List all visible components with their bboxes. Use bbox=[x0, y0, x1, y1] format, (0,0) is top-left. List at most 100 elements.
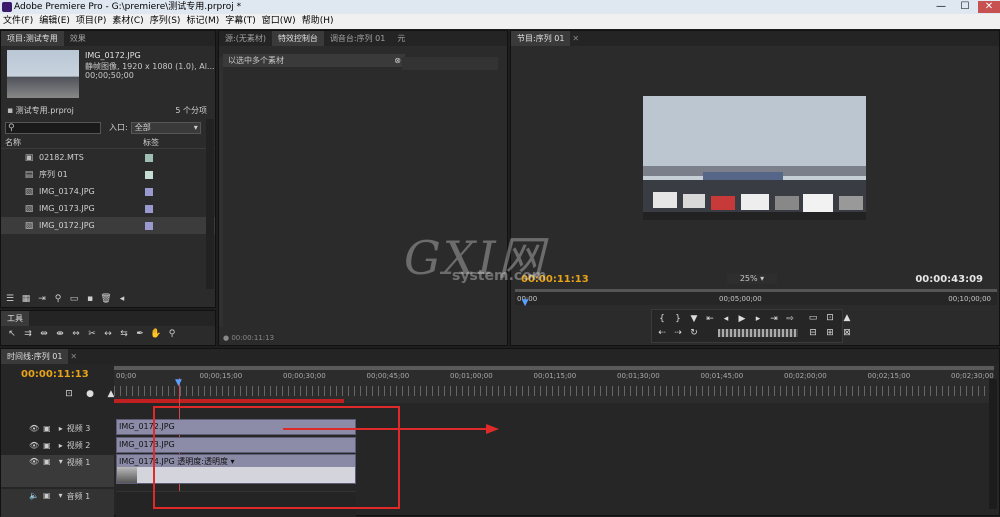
collapse-icon[interactable]: ▾ bbox=[59, 457, 63, 466]
close-icon[interactable]: ⊗ bbox=[394, 54, 401, 67]
tab-metadata[interactable]: 元 bbox=[391, 31, 411, 46]
tab-close-icon[interactable]: ✕ bbox=[572, 34, 579, 43]
export-frame-icon[interactable]: ▲ bbox=[839, 311, 855, 325]
trim-icon[interactable]: ⊠ bbox=[839, 326, 855, 340]
snap-icon[interactable]: ⊡ bbox=[61, 387, 77, 401]
mark-out-icon[interactable]: } bbox=[670, 312, 686, 326]
list-item[interactable]: ▤ 序列 01 bbox=[1, 166, 215, 183]
jog-wheel[interactable] bbox=[718, 329, 798, 337]
search-input[interactable]: ⚲ bbox=[5, 121, 101, 134]
marker-icon[interactable]: ● bbox=[82, 387, 98, 401]
list-item[interactable]: ▧ IMG_0174.JPG bbox=[1, 183, 215, 200]
pen-tool-icon[interactable]: ✒ bbox=[133, 328, 147, 340]
track-select-icon[interactable]: ⇉ bbox=[21, 328, 35, 340]
program-video-frame bbox=[643, 96, 866, 220]
lock-icon[interactable]: ▣ bbox=[43, 441, 51, 450]
extract-icon[interactable]: ⊞ bbox=[822, 326, 838, 340]
chevron-down-icon: ▾ bbox=[760, 274, 765, 283]
work-area-bar[interactable] bbox=[114, 366, 994, 370]
expand-icon[interactable]: ▸ bbox=[59, 424, 63, 433]
menu-title[interactable]: 字幕(T) bbox=[222, 14, 259, 29]
playhead-handle[interactable]: ▼ bbox=[175, 378, 182, 388]
timeline-timecode[interactable]: 00:00:11:13 bbox=[21, 369, 89, 380]
find-icon[interactable]: ⚲ bbox=[51, 293, 65, 305]
play-in-to-out-icon[interactable]: ⇨ bbox=[782, 312, 798, 326]
ripple-edit-icon[interactable]: ⇹ bbox=[37, 328, 51, 340]
lock-icon[interactable]: ▣ bbox=[43, 424, 51, 433]
project-toolbar: ☰ ▦ ⇥ ⚲ ▭ ▪ 🗑 ◂ bbox=[3, 293, 213, 305]
menu-edit[interactable]: 编辑(E) bbox=[36, 14, 73, 29]
close-button[interactable]: ✕ bbox=[978, 1, 1000, 13]
collapse-icon[interactable]: ▾ bbox=[59, 491, 63, 500]
tab-effects[interactable]: 效果 bbox=[64, 31, 92, 46]
scroll-left-icon[interactable]: ◂ bbox=[115, 293, 129, 305]
timeline-scrollbar[interactable] bbox=[989, 379, 997, 509]
list-view-icon[interactable]: ☰ bbox=[3, 293, 17, 305]
tab-program[interactable]: 节目:序列 01 bbox=[511, 31, 571, 46]
lock-icon[interactable]: ▣ bbox=[43, 457, 51, 466]
rate-stretch-icon[interactable]: ⇔ bbox=[69, 328, 83, 340]
go-next-edit-icon[interactable]: ⇢ bbox=[670, 326, 686, 340]
output-icon[interactable]: ⊡ bbox=[822, 311, 838, 325]
new-item-icon[interactable]: ▪ bbox=[83, 293, 97, 305]
menu-clip[interactable]: 素材(C) bbox=[109, 14, 146, 29]
tab-effect-controls[interactable]: 特效控制台 bbox=[271, 31, 324, 46]
automate-icon[interactable]: ⇥ bbox=[35, 293, 49, 305]
trash-icon[interactable]: 🗑 bbox=[99, 293, 113, 305]
step-forward-icon[interactable]: ▸ bbox=[750, 312, 766, 326]
tab-project[interactable]: 项目:测试专用 bbox=[1, 31, 64, 46]
step-back-icon[interactable]: ◂ bbox=[718, 312, 734, 326]
slip-tool-icon[interactable]: ↔ bbox=[101, 328, 115, 340]
eye-icon[interactable]: 👁 bbox=[29, 441, 39, 450]
timeline-ruler[interactable]: 00;00 00;00;15;00 00;00;30;00 00;00;45;00 00… bbox=[114, 366, 994, 403]
zoom-select[interactable]: 25% ▾ bbox=[727, 274, 777, 284]
mark-in-icon[interactable]: { bbox=[654, 312, 670, 326]
rolling-edit-icon[interactable]: ⇼ bbox=[53, 328, 67, 340]
list-item[interactable]: ▧ IMG_0173.JPG bbox=[1, 200, 215, 217]
menu-help[interactable]: 帮助(H) bbox=[299, 14, 337, 29]
new-bin-icon[interactable]: ▭ bbox=[67, 293, 81, 305]
go-to-in-icon[interactable]: ⇤ bbox=[702, 312, 718, 326]
speaker-icon[interactable]: 🔈 bbox=[29, 491, 39, 500]
menu-file[interactable]: 文件(F) bbox=[0, 14, 36, 29]
menu-project[interactable]: 项目(P) bbox=[73, 14, 109, 29]
column-label[interactable]: 标签 bbox=[143, 137, 159, 148]
column-name[interactable]: 名称 bbox=[5, 137, 143, 148]
track-name: 视频 1 bbox=[66, 458, 91, 467]
lock-icon[interactable]: ▣ bbox=[43, 491, 51, 500]
razor-tool-icon[interactable]: ✂ bbox=[85, 328, 99, 340]
tab-timeline[interactable]: 时间线:序列 01 bbox=[1, 349, 69, 364]
entry-select[interactable]: 全部 ▾ bbox=[130, 121, 201, 134]
tab-audio-mixer[interactable]: 调音台:序列 01 bbox=[324, 31, 391, 46]
slide-tool-icon[interactable]: ⇆ bbox=[117, 328, 131, 340]
expand-icon[interactable]: ▸ bbox=[59, 441, 63, 450]
tab-source[interactable]: 源:(无素材) bbox=[219, 31, 272, 46]
lift-icon[interactable]: ⊟ bbox=[805, 326, 821, 340]
loop-icon[interactable]: ↻ bbox=[686, 326, 702, 340]
minimize-button[interactable]: — bbox=[930, 1, 952, 13]
go-to-out-icon[interactable]: ⇥ bbox=[766, 312, 782, 326]
selection-tool-icon[interactable]: ↖ bbox=[5, 328, 19, 340]
playhead-marker[interactable]: ▼ bbox=[522, 298, 529, 308]
zoom-tool-icon[interactable]: ⚲ bbox=[165, 328, 179, 340]
tab-tools[interactable]: 工具 bbox=[1, 311, 29, 326]
list-item[interactable]: ▧ IMG_0172.JPG bbox=[1, 217, 215, 234]
program-time-ruler[interactable]: 00;00 00;05;00;00 00;10;00;00 ▼ bbox=[515, 289, 997, 308]
play-icon[interactable]: ▶ bbox=[734, 312, 750, 326]
hand-tool-icon[interactable]: ✋ bbox=[149, 328, 163, 340]
vertical-scrollbar[interactable] bbox=[206, 119, 214, 289]
menu-marker[interactable]: 标记(M) bbox=[183, 14, 222, 29]
menu-window[interactable]: 窗口(W) bbox=[259, 14, 299, 29]
maximize-button[interactable]: ☐ bbox=[954, 1, 976, 13]
set-marker-icon[interactable]: ▼ bbox=[686, 312, 702, 326]
eye-icon[interactable]: 👁 bbox=[29, 424, 39, 433]
safe-margins-icon[interactable]: ▭ bbox=[805, 311, 821, 325]
render-bar bbox=[114, 399, 344, 403]
image-file-icon: ▧ bbox=[24, 203, 34, 214]
menu-sequence[interactable]: 序列(S) bbox=[147, 14, 184, 29]
go-previous-edit-icon[interactable]: ⇠ bbox=[654, 326, 670, 340]
tab-close-icon[interactable]: ✕ bbox=[70, 352, 77, 361]
icon-view-icon[interactable]: ▦ bbox=[19, 293, 33, 305]
list-item[interactable]: ▣ 02182.MTS bbox=[1, 149, 215, 166]
eye-icon[interactable]: 👁 bbox=[29, 457, 39, 466]
